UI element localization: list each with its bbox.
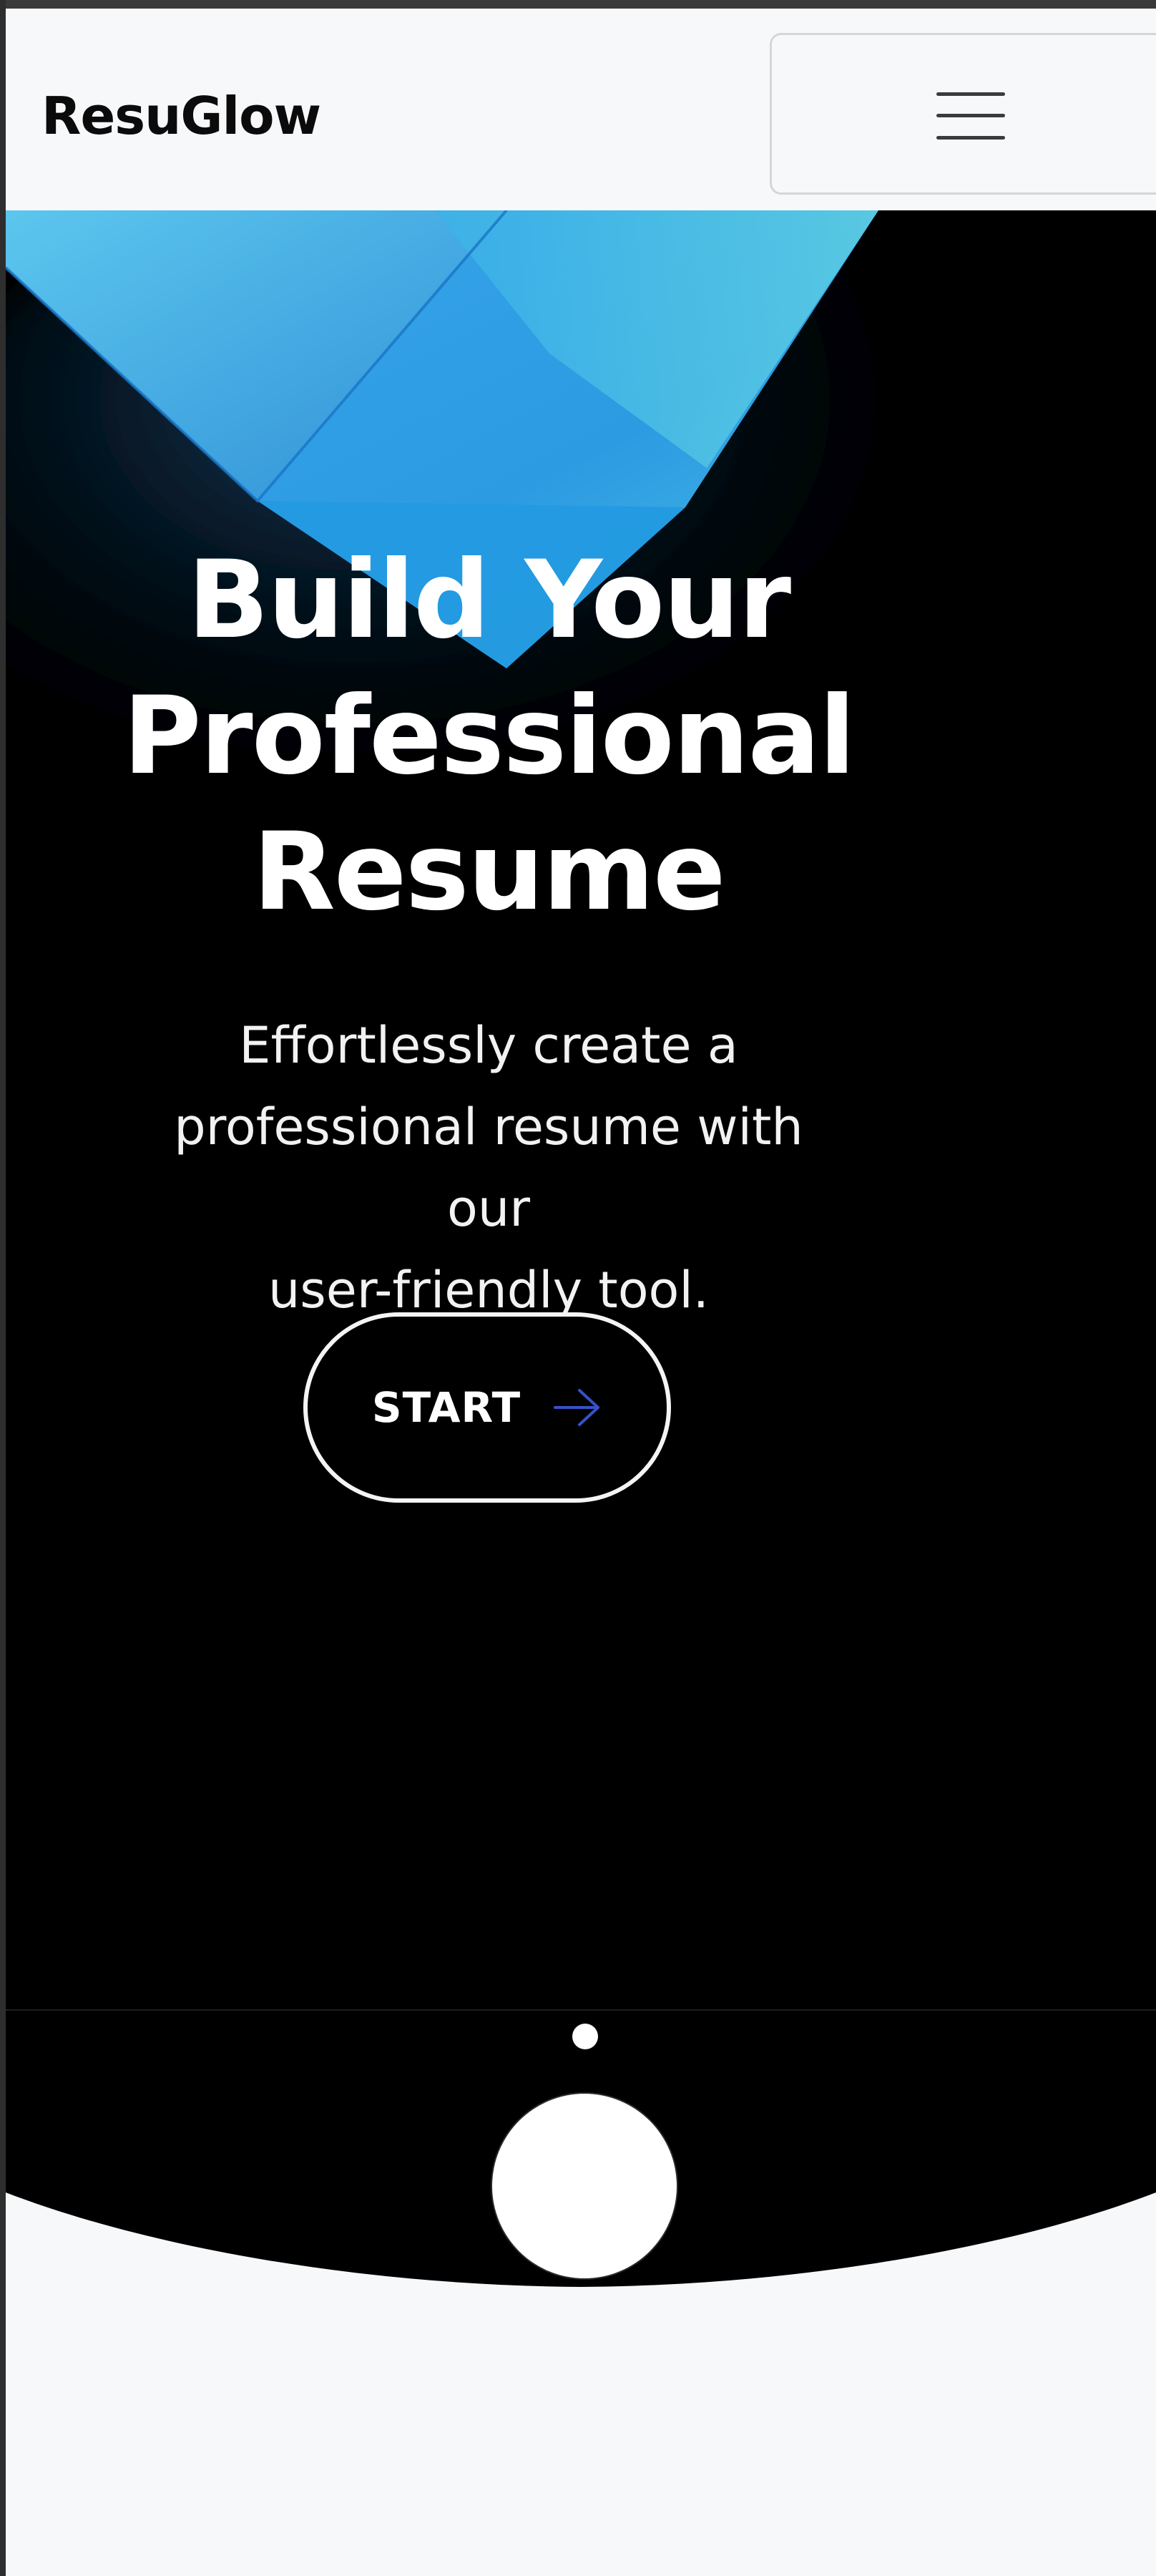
brand-logo[interactable]: ResuGlow [41,86,321,146]
hero-section: Build Your Professional Resume Effortles… [6,210,1156,2014]
circle-action-button[interactable] [492,2094,677,2278]
hamburger-menu-icon [936,92,1005,140]
hero-headline: Build Your Professional Resume [92,532,886,940]
navbar: ResuGlow [6,9,1156,210]
menu-toggle-button[interactable] [770,33,1156,195]
browser-left-edge [0,0,6,2576]
start-button-label: START [371,1383,521,1432]
hero-headline-line: Professional [122,674,856,799]
hero-divider [6,2009,1156,2011]
hero-subtitle-line: user-friendly tool. [268,1261,710,1319]
hero-subtitle-line: professional resume with our [174,1098,803,1238]
browser-top-strip [0,0,1156,9]
hero-copy: Build Your Professional Resume Effortles… [92,532,886,1331]
start-button[interactable]: START [303,1312,671,1503]
carousel-dot-indicator[interactable] [572,2024,598,2049]
hero-headline-line: Resume [253,810,725,935]
arrow-right-icon [554,1389,600,1426]
hero-headline-line: Build Your [187,538,791,663]
hero-subtitle: Effortlessly create a professional resum… [145,1005,832,1331]
hero-subtitle-line: Effortlessly create a [239,1016,738,1075]
bottom-panel [6,2014,1156,2300]
